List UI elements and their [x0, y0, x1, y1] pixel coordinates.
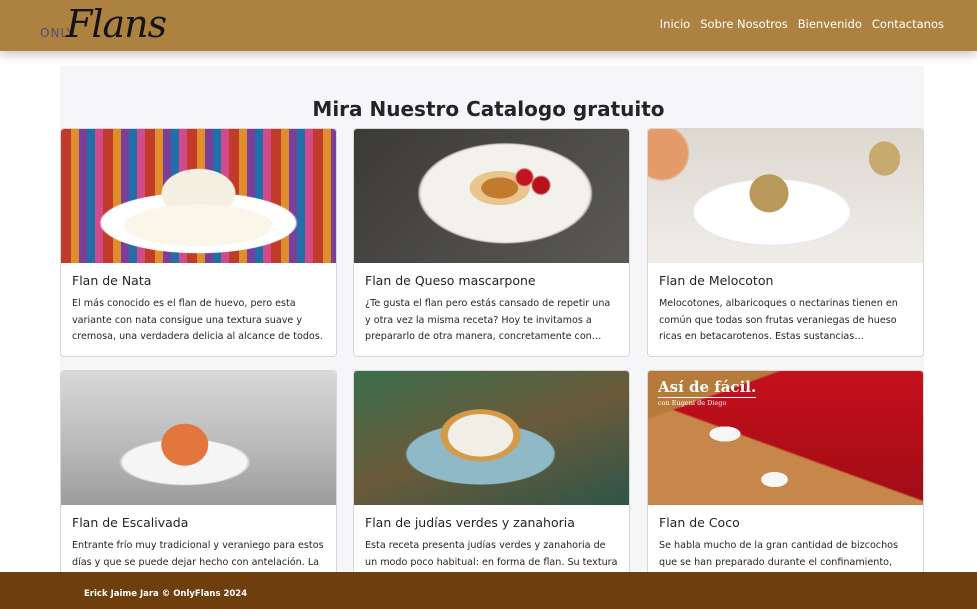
card-flan-de-escalivada[interactable]: Flan de Escalivada Entrante frío muy tra… — [60, 370, 337, 582]
card-text: Melocotones, albaricoques o nectarinas t… — [659, 298, 898, 342]
footer-copyright: Erick Jaime Jara © OnlyFlans 2024 — [84, 589, 248, 599]
card-title: Flan de Coco — [659, 515, 740, 530]
card-text: Esta receta presenta judías verdes y zan… — [365, 540, 618, 568]
recipe-badge-title: Así de fácil. — [658, 378, 757, 396]
card-title: Flan de Queso mascarpone — [365, 273, 536, 288]
card-flan-de-queso-mascarpone[interactable]: Flan de Queso mascarpone ¿Te gusta el fl… — [353, 128, 630, 357]
card-text: Entrante frío muy tradicional y veranieg… — [72, 540, 324, 568]
catalog-title: Mira Nuestro Catalogo gratuito — [312, 97, 665, 121]
card-image — [61, 371, 336, 505]
card-image — [354, 371, 629, 505]
card-flan-de-judias-verdes[interactable]: Flan de judías verdes y zanahoria Esta r… — [353, 370, 630, 582]
recipe-badge: Así de fácil. con Eugeni de Diego — [658, 378, 757, 407]
nav-link-bienvenido[interactable]: Bienvenido — [798, 17, 862, 31]
card-text: El más conocido es el flan de huevo, per… — [72, 298, 323, 342]
card-title: Flan de judías verdes y zanahoria — [365, 515, 575, 530]
card-image — [648, 129, 923, 263]
card-text: ¿Te gusta el flan pero estás cansado de … — [365, 298, 611, 342]
nav-link-inicio[interactable]: Inicio — [660, 17, 690, 31]
card-image — [354, 129, 629, 263]
card-title: Flan de Escalivada — [72, 515, 189, 530]
nav-link-sobre-nosotros[interactable]: Sobre Nosotros — [700, 17, 788, 31]
card-title: Flan de Nata — [72, 273, 152, 288]
card-image — [61, 129, 336, 263]
card-flan-de-coco[interactable]: Así de fácil. con Eugeni de Diego Flan d… — [647, 370, 924, 599]
recipe-badge-subtitle: con Eugeni de Diego — [658, 397, 757, 407]
card-title: Flan de Melocoton — [659, 273, 774, 288]
card-image: Así de fácil. con Eugeni de Diego — [648, 371, 923, 505]
card-flan-de-nata[interactable]: Flan de Nata El más conocido es el flan … — [60, 128, 337, 357]
card-flan-de-melocoton[interactable]: Flan de Melocoton Melocotones, albaricoq… — [647, 128, 924, 357]
nav-link-contactanos[interactable]: Contactanos — [872, 17, 944, 31]
brand-logo[interactable]: ONLY Flans — [40, 2, 180, 48]
nav-links: Inicio Sobre Nosotros Bienvenido Contact… — [660, 17, 944, 31]
navbar: ONLY Flans Inicio Sobre Nosotros Bienven… — [0, 0, 977, 51]
footer: Erick Jaime Jara © OnlyFlans 2024 — [0, 572, 977, 609]
brand-name: Flans — [66, 2, 167, 46]
